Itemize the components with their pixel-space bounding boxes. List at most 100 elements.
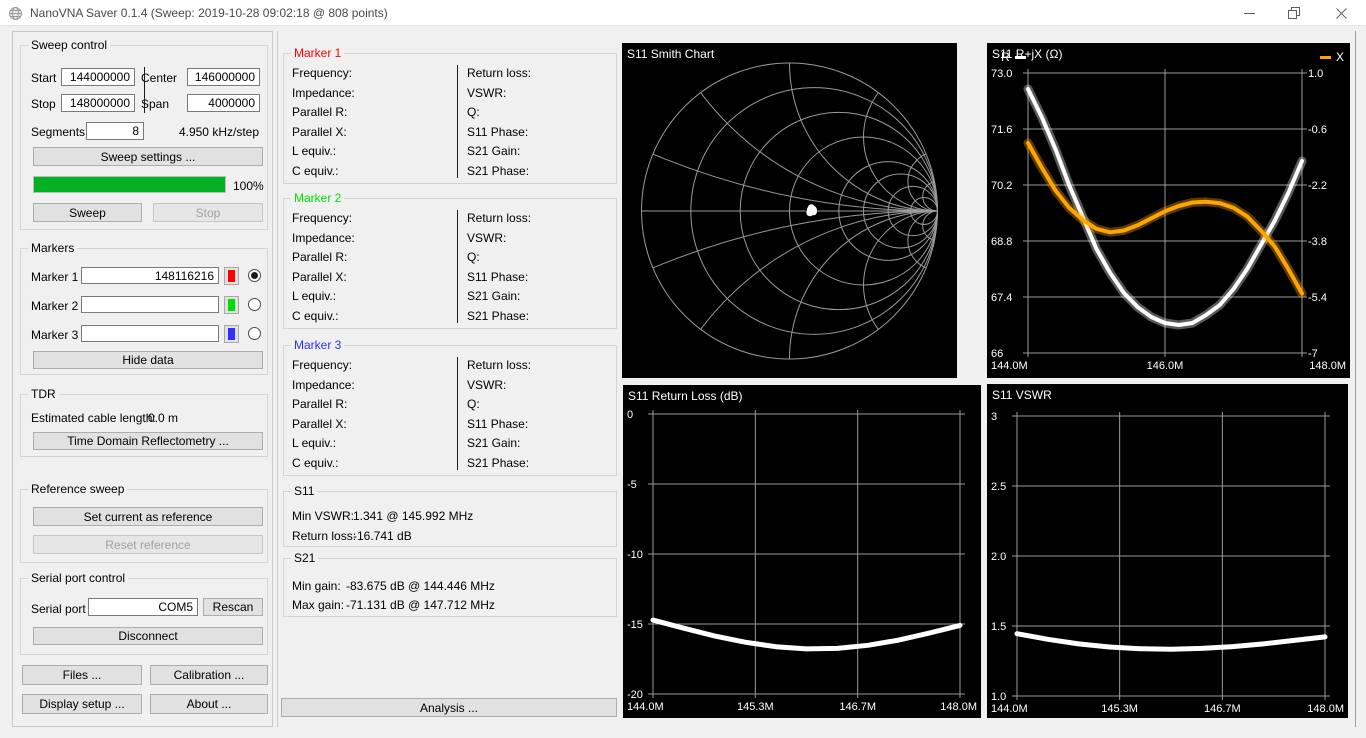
files-button[interactable]: Files ... [22, 665, 142, 685]
sweep-settings-button[interactable]: Sweep settings ... [33, 147, 263, 166]
max-gain-value: -71.131 dB @ 147.712 MHz [346, 598, 495, 612]
marker-1-color-button[interactable] [224, 267, 239, 285]
markers-title: Markers [28, 242, 77, 255]
svg-text:145.3M: 145.3M [1101, 703, 1138, 715]
s11-rjx-chart[interactable]: 73.071.670.268.867.4661.0-0.6-2.2-3.8-5.… [987, 43, 1350, 378]
calibration-button[interactable]: Calibration ... [150, 665, 268, 685]
return-loss-label: Return loss: [467, 66, 531, 80]
svg-text:71.6: 71.6 [991, 124, 1012, 136]
stop-button[interactable]: Stop [153, 203, 263, 222]
marker-1-color-swatch [228, 270, 235, 282]
minimize-icon [1244, 13, 1255, 14]
return-loss-label: Return loss: [467, 358, 531, 372]
sweep-control-title: Sweep control [28, 39, 110, 52]
segments-input[interactable] [86, 122, 144, 140]
vswr-label: VSWR: [467, 378, 506, 392]
marker-2-details-title: Marker 2 [291, 192, 344, 205]
chart-canvas: 32.52.01.51.0144.0M145.3M146.7M148.0M [987, 384, 1348, 718]
frequency-label: Frequency: [292, 358, 352, 372]
chart-title: S11 Return Loss (dB) [628, 389, 743, 403]
start-input[interactable] [61, 68, 135, 86]
svg-text:67.4: 67.4 [991, 292, 1012, 304]
marker-3-color-button[interactable] [224, 325, 239, 343]
svg-text:3: 3 [991, 411, 997, 423]
svg-text:-7: -7 [1308, 348, 1318, 360]
svg-text:66: 66 [991, 348, 1003, 360]
svg-text:0: 0 [627, 409, 633, 421]
step-info: 4.950 kHz/step [179, 125, 259, 139]
about-button[interactable]: About ... [150, 694, 268, 714]
disconnect-button[interactable]: Disconnect [33, 627, 263, 645]
close-icon [1336, 8, 1347, 19]
tdr-group: TDR Estimated cable length: 0.0 m Time D… [20, 394, 268, 457]
svg-text:1.0: 1.0 [991, 691, 1006, 703]
nanovna-saver-window: NanoVNA Saver 0.1.4 (Sweep: 2019-10-28 0… [0, 0, 1366, 738]
center-label: Center [141, 71, 177, 85]
serial-port-input[interactable] [88, 598, 198, 616]
set-reference-button[interactable]: Set current as reference [33, 507, 263, 526]
c-equiv-label: C equiv.: [292, 164, 338, 178]
marker-1-label: Marker 1 [31, 270, 78, 284]
marker-2-color-button[interactable] [224, 296, 239, 314]
marker-3-color-swatch [228, 328, 235, 340]
rescan-button[interactable]: Rescan [203, 598, 263, 616]
svg-text:-2.2: -2.2 [1308, 180, 1327, 192]
s21-phase-label: S21 Phase: [467, 456, 529, 470]
marker-3-radio[interactable] [248, 327, 261, 340]
marker-2-details-group: Marker 2 Frequency: Impedance: Parallel … [283, 198, 617, 329]
analysis-button[interactable]: Analysis ... [281, 698, 617, 717]
svg-text:68.8: 68.8 [991, 236, 1012, 248]
marker-3-details-title: Marker 3 [291, 339, 344, 352]
chart-title: S11 VSWR [992, 388, 1052, 402]
s21-gain-label: S21 Gain: [467, 144, 520, 158]
s11-smith-chart[interactable]: S11 Smith Chart [622, 43, 957, 378]
c-equiv-label: C equiv.: [292, 456, 338, 470]
cable-length-label: Estimated cable length: [31, 411, 156, 425]
legend-x: X [1320, 50, 1344, 64]
return-loss-info-value: -16.741 dB [353, 529, 412, 543]
close-button[interactable] [1324, 0, 1358, 26]
marker-2-radio[interactable] [248, 298, 261, 311]
hide-data-button[interactable]: Hide data [33, 351, 263, 369]
return-loss-info-label: Return loss: [292, 529, 356, 543]
impedance-label: Impedance: [292, 378, 355, 392]
s21-info-title: S21 [291, 552, 318, 565]
s11-return-loss-chart[interactable]: 0-5-10-15-20144.0M145.3M146.7M148.0MS11 … [623, 385, 981, 718]
legend-dash [1320, 56, 1331, 59]
center-input[interactable] [187, 68, 260, 86]
svg-text:73.0: 73.0 [991, 68, 1012, 80]
marker-details-divider [457, 357, 458, 470]
marker-details-divider [457, 210, 458, 323]
s11-phase-label: S11 Phase: [467, 270, 528, 284]
span-label: Span [141, 97, 169, 111]
restore-button[interactable] [1277, 0, 1311, 26]
svg-text:148.0M: 148.0M [1309, 360, 1346, 372]
reference-sweep-group: Reference sweep Set current as reference… [20, 489, 268, 563]
sweep-button[interactable]: Sweep [33, 203, 142, 222]
l-equiv-label: L equiv.: [292, 436, 336, 450]
vswr-label: VSWR: [467, 231, 506, 245]
l-equiv-label: L equiv.: [292, 289, 336, 303]
right-edge-divider [1355, 31, 1356, 727]
tdr-button[interactable]: Time Domain Reflectometry ... [33, 432, 263, 450]
start-label: Start [31, 71, 56, 85]
marker-3-input[interactable] [81, 325, 219, 342]
marker-1-radio[interactable] [248, 269, 261, 282]
s21-phase-label: S21 Phase: [467, 164, 529, 178]
l-equiv-label: L equiv.: [292, 144, 336, 158]
marker-2-input[interactable] [81, 296, 219, 313]
sweep-control-group: Sweep control Start Center Stop Span Seg… [20, 45, 268, 230]
display-setup-button[interactable]: Display setup ... [22, 694, 142, 714]
svg-text:2.0: 2.0 [991, 551, 1006, 563]
return-loss-label: Return loss: [467, 211, 531, 225]
window-title: NanoVNA Saver 0.1.4 (Sweep: 2019-10-28 0… [30, 6, 388, 20]
reset-reference-button[interactable]: Reset reference [33, 535, 263, 554]
s11-vswr-chart[interactable]: 32.52.01.51.0144.0M145.3M146.7M148.0MS11… [987, 384, 1348, 718]
max-gain-label: Max gain: [292, 598, 344, 612]
span-input[interactable] [187, 94, 260, 112]
marker-1-input[interactable] [81, 267, 219, 284]
marker-2-label: Marker 2 [31, 299, 78, 313]
minimize-button[interactable] [1232, 0, 1266, 26]
marker-details-divider [457, 65, 458, 178]
stop-input[interactable] [61, 94, 135, 112]
